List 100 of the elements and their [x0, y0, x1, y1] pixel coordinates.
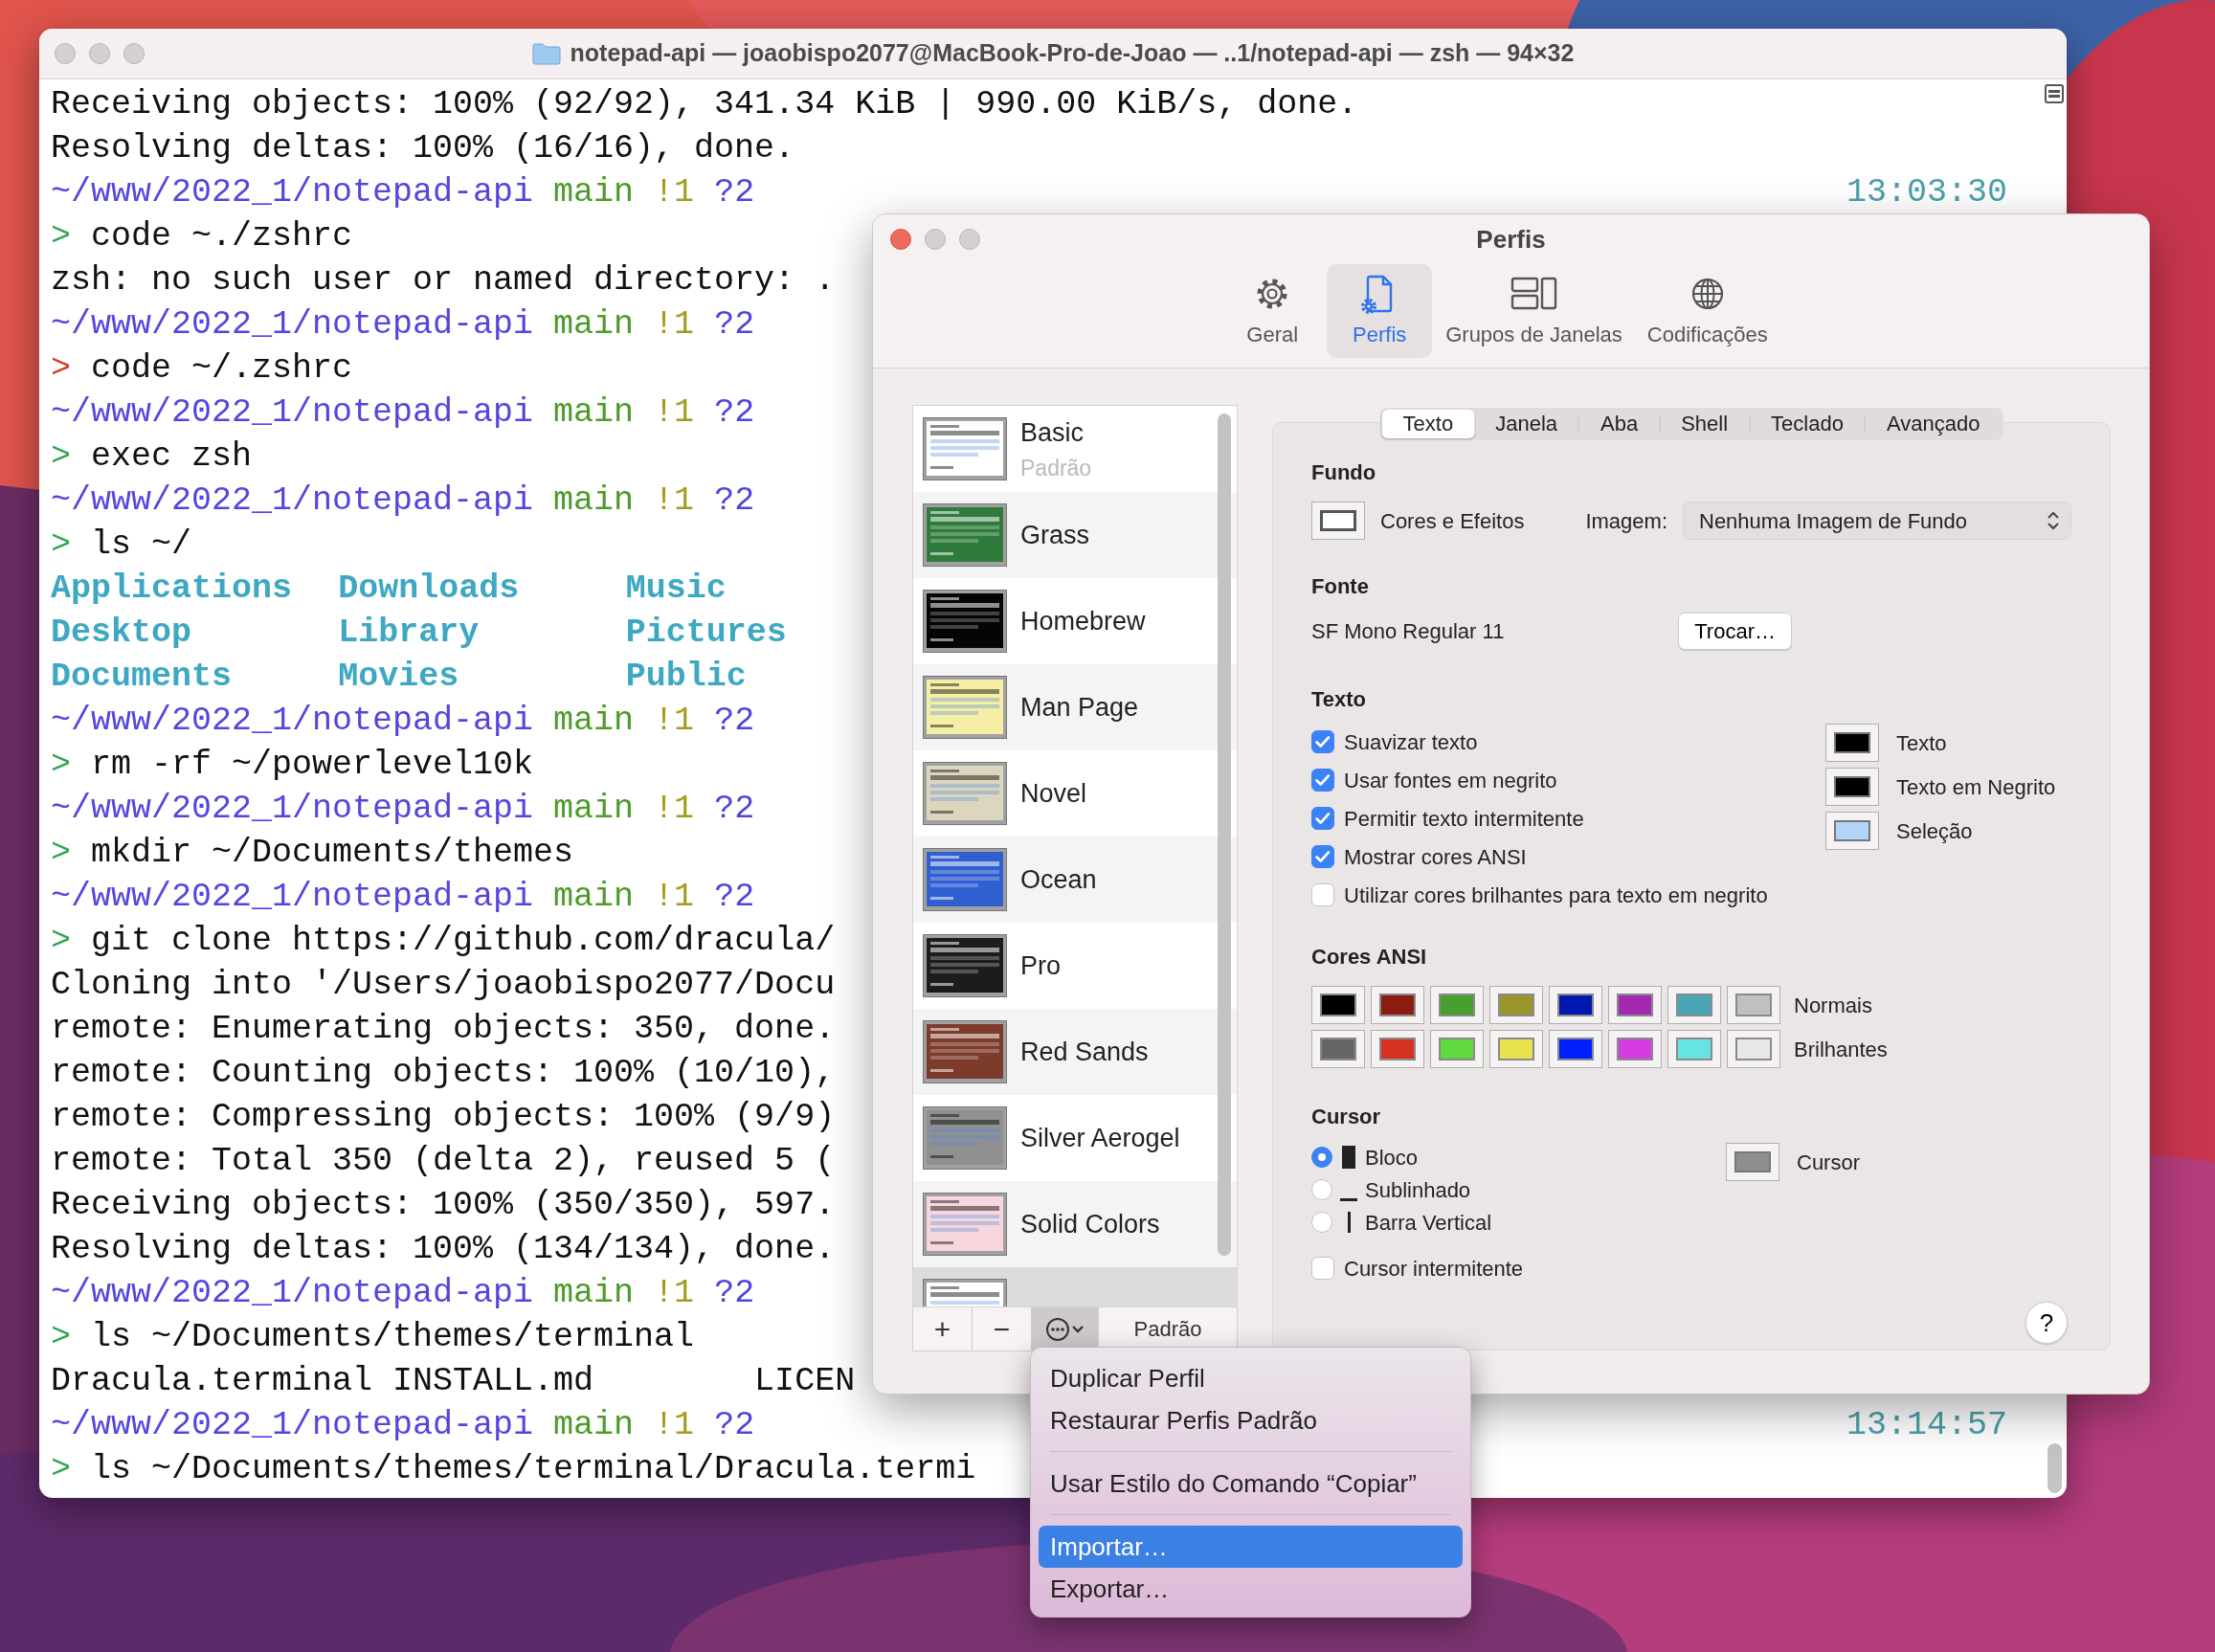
- tab[interactable]: Teclado: [1750, 410, 1865, 438]
- color-well[interactable]: [1430, 986, 1484, 1024]
- profile-item[interactable]: Grass: [913, 492, 1237, 578]
- color-well[interactable]: [1727, 986, 1780, 1024]
- section-heading: Fundo: [1311, 459, 1377, 486]
- color-well[interactable]: [1608, 1030, 1662, 1068]
- git-status: !1: [654, 701, 695, 742]
- setting-label: Cursor: [1797, 1149, 1860, 1176]
- profile-item[interactable]: Man Page: [913, 664, 1237, 750]
- tab[interactable]: Janela: [1474, 410, 1579, 438]
- toolbar-tab[interactable]: Codificações: [1635, 264, 1779, 358]
- directory-name: Documents: [51, 657, 234, 698]
- scrollbar-thumb[interactable]: [1218, 413, 1231, 1256]
- color-well[interactable]: [1549, 1030, 1602, 1068]
- branch-name: main: [553, 789, 635, 830]
- color-well[interactable]: [1430, 1030, 1484, 1068]
- directory-name: Desktop: [51, 613, 193, 654]
- color-well[interactable]: [1371, 1030, 1424, 1068]
- color-well[interactable]: [1371, 986, 1424, 1024]
- scrollbar-thumb[interactable]: [2047, 1443, 2062, 1493]
- branch-name: main: [553, 1273, 635, 1314]
- directory-name: Downloads: [338, 569, 521, 610]
- checkbox[interactable]: [1311, 883, 1334, 906]
- color-well[interactable]: [1667, 1030, 1721, 1068]
- color-well[interactable]: [1489, 1030, 1543, 1068]
- profile-item[interactable]: Red Sands: [913, 1009, 1237, 1095]
- bar-cursor-icon: [1348, 1212, 1351, 1233]
- setting-label: Imagem:: [1585, 507, 1667, 535]
- git-status: !1: [654, 877, 695, 918]
- image-dropdown[interactable]: Nenhuma Imagem de Fundo: [1683, 502, 2071, 540]
- git-status: ?2: [714, 701, 755, 742]
- split-pane-icon[interactable]: [2045, 84, 2064, 103]
- git-status: !1: [654, 480, 695, 522]
- color-well[interactable]: [1667, 986, 1721, 1024]
- profile-item[interactable]: Solid Colors: [913, 1181, 1237, 1267]
- branch-name: main: [553, 1405, 635, 1446]
- window-title: Perfis: [1476, 223, 1546, 256]
- git-status: ?2: [714, 1405, 755, 1446]
- prompt-path: ~/www/2022_1/notepad-api: [51, 789, 534, 830]
- checkbox[interactable]: [1311, 730, 1334, 753]
- zoom-button[interactable]: [959, 229, 980, 250]
- close-button[interactable]: [890, 229, 911, 250]
- toolbar-tab[interactable]: Geral: [1219, 264, 1326, 358]
- window-icon: [1320, 510, 1356, 531]
- change-button[interactable]: Trocar…: [1678, 612, 1792, 650]
- tab[interactable]: Avançado: [1865, 410, 2002, 438]
- git-status: !1: [654, 1273, 695, 1314]
- command-text: code ~/.zshrc: [91, 348, 353, 390]
- directory-name: Pictures: [625, 613, 788, 654]
- checkbox[interactable]: [1311, 769, 1334, 792]
- setting-label: Seleção: [1896, 817, 1973, 845]
- menu-item[interactable]: Usar Estilo do Comando “Copiar”: [1039, 1462, 1463, 1505]
- radio-label: Bloco: [1365, 1144, 1419, 1172]
- clock-time: 13:14:57: [1846, 1405, 2007, 1446]
- radio-button[interactable]: [1311, 1179, 1332, 1200]
- branch-name: main: [553, 304, 635, 346]
- color-well[interactable]: [1727, 1030, 1780, 1068]
- radio-button[interactable]: [1311, 1147, 1332, 1168]
- menu-item[interactable]: Exportar…: [1039, 1568, 1463, 1610]
- help-button[interactable]: ?: [2025, 1302, 2068, 1344]
- checkbox-label: Suavizar texto: [1344, 728, 1478, 756]
- color-well[interactable]: [1825, 812, 1879, 850]
- checkbox[interactable]: [1311, 845, 1334, 868]
- menu-item[interactable]: Importar…: [1039, 1526, 1463, 1568]
- output-text: Dracula.terminal INSTALL.md LICEN: [51, 1361, 856, 1402]
- tab[interactable]: Texto: [1381, 410, 1475, 438]
- checkbox[interactable]: [1311, 807, 1334, 830]
- command-text: ls ~/Documents/themes/terminal/Dracula.termi: [91, 1449, 976, 1490]
- directory-name: Applications: [51, 569, 294, 610]
- git-status: !1: [654, 789, 695, 830]
- prompt-path: ~/www/2022_1/notepad-api: [51, 392, 534, 434]
- menu-item[interactable]: Restaurar Perfis Padrão: [1039, 1399, 1463, 1441]
- tab[interactable]: Aba: [1579, 410, 1660, 438]
- font-name: SF Mono Regular 11: [1311, 617, 1505, 645]
- output-text: Receiving objects: 100% (92/92), 341.34 KiB | 990.00 KiB/s, done.: [51, 84, 1358, 125]
- block-cursor-icon: [1340, 1144, 1357, 1171]
- directory-name: Library: [338, 613, 481, 654]
- color-well[interactable]: [1608, 986, 1662, 1024]
- checkbox[interactable]: [1311, 1257, 1334, 1280]
- color-well[interactable]: [1825, 768, 1879, 806]
- profile-name: Man Page: [1020, 691, 1139, 724]
- branch-name: main: [553, 392, 635, 434]
- color-well[interactable]: [1726, 1143, 1779, 1181]
- output-text: Resolving deltas: 100% (16/16), done.: [51, 128, 795, 169]
- color-well[interactable]: [1311, 502, 1365, 540]
- color-well[interactable]: [1825, 724, 1879, 762]
- color-well[interactable]: [1489, 986, 1543, 1024]
- profile-item[interactable]: Ocean: [913, 837, 1237, 923]
- branch-name: main: [553, 480, 635, 522]
- actions-menu-button[interactable]: [1032, 1307, 1099, 1351]
- menu-item[interactable]: Duplicar Perfil: [1039, 1357, 1463, 1399]
- output-text: Receiving objects: 100% (350/350), 597.: [51, 1185, 836, 1226]
- minimize-button[interactable]: [925, 229, 946, 250]
- color-well[interactable]: [1549, 986, 1602, 1024]
- profile-name: Novel: [1020, 777, 1087, 810]
- color-well[interactable]: [1311, 986, 1365, 1024]
- radio-button[interactable]: [1311, 1212, 1332, 1233]
- tab[interactable]: Shell: [1660, 410, 1750, 438]
- color-well[interactable]: [1311, 1030, 1365, 1068]
- toolbar-tab[interactable]: Grupos de Janelas: [1434, 264, 1634, 358]
